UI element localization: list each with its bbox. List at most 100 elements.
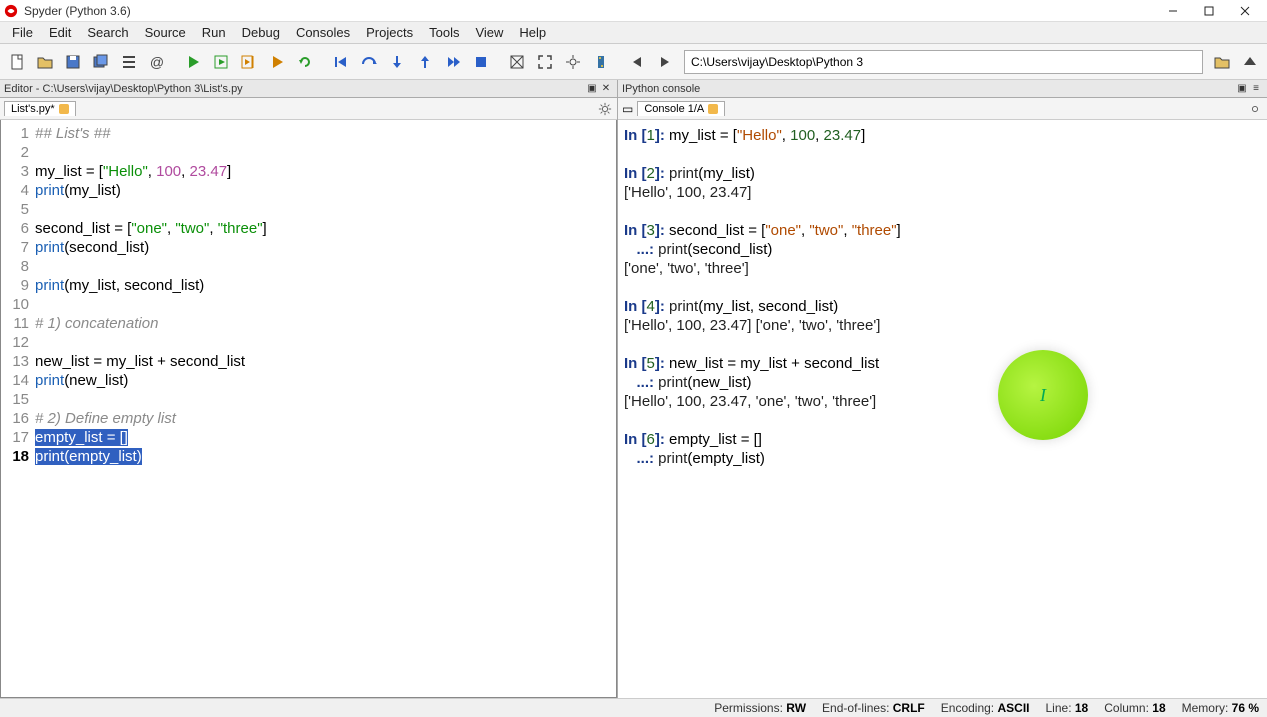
editor-pane-opts-icon[interactable]: ▣ [585,82,599,96]
menu-tools[interactable]: Tools [421,23,467,42]
debug-step-in-icon[interactable] [384,49,410,75]
nav-back-icon[interactable] [624,49,650,75]
tool-bar: @ [0,44,1267,80]
code-line[interactable] [35,295,612,314]
console-options-icon[interactable] [1247,101,1263,117]
editor-tab-label: List's.py* [11,103,55,115]
debug-stop-icon[interactable] [468,49,494,75]
editor-pane-title-text: Editor - C:\Users\vijay\Desktop\Python 3… [4,83,243,95]
status-enc-val: ASCII [997,701,1029,715]
menu-consoles[interactable]: Consoles [288,23,358,42]
editor-tab-options-icon[interactable] [597,101,613,117]
menu-run[interactable]: Run [194,23,234,42]
minimize-button[interactable] [1155,1,1191,21]
status-permissions-key: Permissions: [714,701,783,715]
code-line[interactable]: ## List's ## [35,124,612,143]
at-icon[interactable]: @ [144,49,170,75]
menu-bar: FileEditSearchSourceRunDebugConsolesProj… [0,22,1267,44]
code-line[interactable] [35,333,612,352]
status-line-val: 18 [1075,701,1088,715]
code-line[interactable]: my_list = ["Hello", 100, 23.47] [35,162,612,181]
code-area[interactable]: ## List's ## my_list = ["Hello", 100, 23.… [33,120,616,697]
folder-browse-icon[interactable] [1209,49,1235,75]
run-selection-icon[interactable] [264,49,290,75]
status-bar: Permissions: RW End-of-lines: CRLF Encod… [0,698,1267,717]
modified-indicator-icon [59,104,69,114]
save-icon[interactable] [60,49,86,75]
working-dir-input[interactable] [684,50,1203,74]
code-line[interactable] [35,143,612,162]
maximize-button[interactable] [1191,1,1227,21]
code-line[interactable] [35,390,612,409]
status-eol-val: CRLF [893,701,925,715]
line-gutter: 123456789101112131415161718 [1,120,33,697]
menu-help[interactable]: Help [511,23,554,42]
menu-search[interactable]: Search [79,23,136,42]
status-mem-key: Memory: [1182,701,1229,715]
debug-continue-icon[interactable] [440,49,466,75]
new-file-icon[interactable] [4,49,30,75]
status-eol-key: End-of-lines: [822,701,889,715]
maximize-icon[interactable] [504,49,530,75]
status-col-key: Column: [1104,701,1149,715]
window-title: Spyder (Python 3.6) [24,4,1155,18]
status-mem-val: 76 % [1232,701,1259,715]
code-line[interactable]: second_list = ["one", "two", "three"] [35,219,612,238]
preferences-icon[interactable] [560,49,586,75]
code-line[interactable]: empty_list = [] [35,428,612,447]
console-tab-label: Console 1/A [644,103,704,115]
console-pane-title-text: IPython console [622,83,700,95]
status-permissions-val: RW [786,701,806,715]
close-button[interactable] [1227,1,1263,21]
debug-step-out-icon[interactable] [412,49,438,75]
console-pane-opts-icon[interactable]: ▣ [1235,82,1249,96]
menu-source[interactable]: Source [137,23,194,42]
menu-view[interactable]: View [467,23,511,42]
code-line[interactable]: print(empty_list) [35,447,612,466]
run-icon[interactable] [180,49,206,75]
console-tab-browse-icon[interactable]: ▭ [622,102,633,116]
code-line[interactable] [35,257,612,276]
nav-fwd-icon[interactable] [652,49,678,75]
menu-edit[interactable]: Edit [41,23,79,42]
code-line[interactable]: print(new_list) [35,371,612,390]
cursor-highlight-icon: I [998,350,1088,440]
code-line[interactable]: print(second_list) [35,238,612,257]
editor-pane-close-icon[interactable]: ✕ [599,82,613,96]
editor-tab[interactable]: List's.py* [4,101,76,116]
editor-body[interactable]: 123456789101112131415161718 ## List's ##… [0,120,617,698]
code-line[interactable]: print(my_list) [35,181,612,200]
debug-step-over-icon[interactable] [356,49,382,75]
console-pane: IPython console ▣ ≡ ▭ Console 1/A In [1]… [618,80,1267,698]
outline-icon[interactable] [116,49,142,75]
redo-run-icon[interactable] [292,49,318,75]
run-cell-icon[interactable] [208,49,234,75]
code-line[interactable] [35,200,612,219]
status-col-val: 18 [1152,701,1165,715]
code-line[interactable]: new_list = my_list + second_list [35,352,612,371]
console-tab[interactable]: Console 1/A [637,101,725,116]
console-body[interactable]: In [1]: my_list = ["Hello", 100, 23.47] … [618,120,1267,698]
code-line[interactable]: # 2) Define empty list [35,409,612,428]
parent-dir-icon[interactable] [1237,49,1263,75]
python-path-icon[interactable] [588,49,614,75]
workspace: Editor - C:\Users\vijay\Desktop\Python 3… [0,80,1267,698]
spyder-icon [4,4,18,18]
editor-tab-row: List's.py* [0,98,617,120]
menu-debug[interactable]: Debug [234,23,288,42]
editor-pane-title: Editor - C:\Users\vijay\Desktop\Python 3… [0,80,617,98]
save-all-icon[interactable] [88,49,114,75]
editor-pane: Editor - C:\Users\vijay\Desktop\Python 3… [0,80,618,698]
console-pane-menu-icon[interactable]: ≡ [1249,82,1263,96]
debug-first-icon[interactable] [328,49,354,75]
code-line[interactable]: # 1) concatenation [35,314,612,333]
svg-text:@: @ [150,54,164,70]
code-line[interactable]: print(my_list, second_list) [35,276,612,295]
console-tab-close-icon[interactable] [708,104,718,114]
menu-projects[interactable]: Projects [358,23,421,42]
status-line-key: Line: [1046,701,1072,715]
fullscreen-icon[interactable] [532,49,558,75]
menu-file[interactable]: File [4,23,41,42]
open-file-icon[interactable] [32,49,58,75]
run-cell-advance-icon[interactable] [236,49,262,75]
